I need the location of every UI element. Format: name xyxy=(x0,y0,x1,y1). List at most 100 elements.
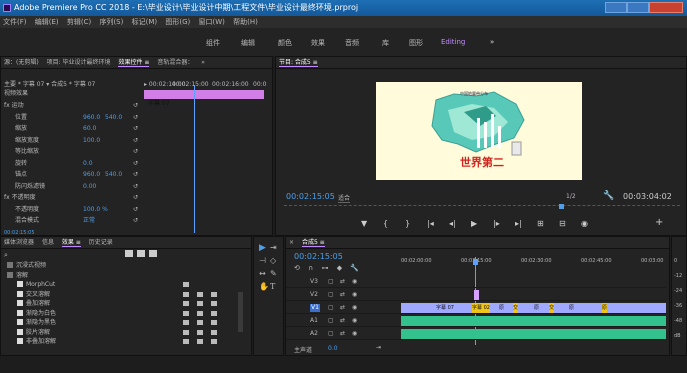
menu-help[interactable]: 帮助(H) xyxy=(233,18,258,26)
selection-tool-icon[interactable]: ▶ xyxy=(259,243,266,253)
lock-icon[interactable]: ▢ xyxy=(328,304,334,312)
menu-marker[interactable]: 标记(M) xyxy=(132,18,158,26)
hand-tool-icon[interactable]: ✋ xyxy=(259,282,269,291)
ws-audio[interactable]: 音频 xyxy=(345,38,359,48)
list-item[interactable]: 沉浸式视频 xyxy=(1,261,241,270)
reset-icon[interactable]: ↺ xyxy=(133,147,138,156)
tab-more[interactable]: » xyxy=(201,59,205,66)
tab-project[interactable]: 项目: 毕业设计最终环境 xyxy=(47,59,111,66)
property-value[interactable]: 100.0 % xyxy=(83,205,108,214)
reset-icon[interactable]: ↺ xyxy=(133,159,138,168)
list-item[interactable]: MorphCut xyxy=(1,280,241,289)
yuv-filter-icon[interactable] xyxy=(149,250,157,257)
list-item[interactable]: 叠加溶解 xyxy=(1,299,241,308)
menu-edit[interactable]: 编辑(E) xyxy=(35,18,59,26)
accel-filter-icon[interactable] xyxy=(125,250,133,257)
track-name[interactable]: V1 xyxy=(310,304,320,312)
insert-icon[interactable]: ⊞ xyxy=(537,219,544,228)
master-to-end-icon[interactable]: ⇥ xyxy=(376,344,381,351)
overwrite-icon[interactable]: ⊟ xyxy=(559,219,566,228)
eye-icon[interactable]: ◉ xyxy=(352,304,357,312)
nest-icon[interactable]: ⟲ xyxy=(294,264,300,272)
tab-media-browser[interactable]: 媒体浏览器 xyxy=(4,239,34,246)
tab-info[interactable]: 信息 xyxy=(42,239,54,246)
timeline-tab[interactable]: 合成5 ≡ xyxy=(301,239,325,247)
property-value[interactable]: 60.0 xyxy=(83,124,96,133)
menu-clip[interactable]: 剪辑(C) xyxy=(67,18,91,26)
add-button-icon[interactable]: + xyxy=(655,217,663,228)
minimize-button[interactable] xyxy=(605,2,627,13)
reset-icon[interactable]: ↺ xyxy=(133,205,138,214)
ripple-edit-icon[interactable]: ⊣ xyxy=(259,256,266,265)
sync-icon[interactable]: ⇄ xyxy=(340,330,345,338)
clip[interactable] xyxy=(474,290,479,300)
close-button[interactable] xyxy=(649,2,683,13)
step-fwd-icon[interactable]: |▸ xyxy=(493,219,500,228)
list-item[interactable]: 交叉溶解 xyxy=(1,290,241,299)
clip-label[interactable]: 交 xyxy=(513,303,519,313)
menu-graphics[interactable]: 图形(G) xyxy=(165,18,190,26)
maximize-button[interactable] xyxy=(627,2,649,13)
razor-icon[interactable]: ◇ xyxy=(270,256,276,265)
property-value[interactable]: 960.0 xyxy=(83,170,100,179)
slip-tool-icon[interactable]: ↔ xyxy=(259,269,266,278)
play-icon[interactable]: ▶ xyxy=(471,219,477,228)
snap-icon[interactable]: ∩ xyxy=(308,264,313,272)
track-select-icon[interactable]: ⇥ xyxy=(270,243,277,252)
close-sequence-icon[interactable]: × xyxy=(289,239,296,246)
lock-icon[interactable]: ▢ xyxy=(328,330,334,338)
clip-label[interactable]: 字幕 02 xyxy=(472,303,490,313)
reset-icon[interactable]: ↺ xyxy=(133,170,138,179)
clip[interactable] xyxy=(401,316,666,326)
clip-label[interactable]: 原 xyxy=(534,303,539,313)
step-back-icon[interactable]: ◂| xyxy=(449,219,456,228)
property-value[interactable]: 正常 xyxy=(83,216,95,225)
sync-icon[interactable]: ⇄ xyxy=(340,291,345,299)
clip-label[interactable]: 原 xyxy=(602,303,608,313)
track-name[interactable]: A2 xyxy=(310,330,318,338)
sync-icon[interactable]: ⇄ xyxy=(340,317,345,325)
list-item[interactable]: 溶解 xyxy=(1,271,241,280)
track-name[interactable]: V2 xyxy=(310,291,318,299)
clip-label[interactable]: 交 xyxy=(549,303,555,313)
track-name[interactable]: V3 xyxy=(310,278,318,286)
ws-more-icon[interactable]: » xyxy=(490,38,494,46)
reset-icon[interactable]: ↺ xyxy=(133,216,138,225)
timeline-ruler[interactable]: 00:02:00:0000:02:15:0000:02:30:0000:02:4… xyxy=(401,257,666,271)
reset-icon[interactable]: ↺ xyxy=(133,182,138,191)
eye-icon[interactable]: ◉ xyxy=(352,330,357,338)
tab-history[interactable]: 历史记录 xyxy=(89,239,113,246)
list-item[interactable]: 胶片溶解 xyxy=(1,328,241,337)
property-value[interactable]: 100.0 xyxy=(83,136,100,145)
property-value[interactable]: 960.0 xyxy=(83,113,100,122)
go-out-icon[interactable]: ▸| xyxy=(515,219,522,228)
property-value-2[interactable]: 540.0 xyxy=(105,170,122,179)
tab-effects[interactable]: 效果 ≡ xyxy=(61,239,81,247)
ws-assembly[interactable]: 组件 xyxy=(206,38,220,48)
lock-icon[interactable]: ▢ xyxy=(328,278,334,286)
ws-library[interactable]: 库 xyxy=(382,38,389,48)
list-item[interactable]: 非叠加溶解 xyxy=(1,337,241,346)
ws-effects[interactable]: 效果 xyxy=(311,38,325,48)
32bit-filter-icon[interactable] xyxy=(137,250,145,257)
out-icon[interactable]: } xyxy=(405,219,410,228)
search-icon[interactable]: ⌕ xyxy=(4,251,8,260)
playhead-handle[interactable] xyxy=(473,259,478,265)
pen-tool-icon[interactable]: ✎ xyxy=(270,269,277,278)
wrench-icon[interactable]: 🔧 xyxy=(603,191,614,201)
ws-editing-active[interactable]: Editing xyxy=(441,38,465,46)
lock-icon[interactable]: ▢ xyxy=(328,291,334,299)
in-icon[interactable]: { xyxy=(383,219,388,228)
ws-color[interactable]: 颜色 xyxy=(278,38,292,48)
sync-icon[interactable]: ⇄ xyxy=(340,278,345,286)
track-name[interactable]: A1 xyxy=(310,317,318,325)
eye-icon[interactable]: ◉ xyxy=(352,278,357,286)
ws-graphics[interactable]: 图形 xyxy=(409,38,423,48)
master-value[interactable]: 0.0 xyxy=(328,345,338,352)
tab-audio-mixer[interactable]: 音轨混合器： xyxy=(157,59,193,66)
go-in-icon[interactable]: |◂ xyxy=(427,219,434,228)
timeline-settings-icon[interactable]: 🔧 xyxy=(350,264,359,272)
sync-icon[interactable]: ⇄ xyxy=(340,304,345,312)
add-marker-icon[interactable]: ◆ xyxy=(337,264,342,272)
tab-effect-controls[interactable]: 效果控件 ≡ xyxy=(118,59,150,67)
